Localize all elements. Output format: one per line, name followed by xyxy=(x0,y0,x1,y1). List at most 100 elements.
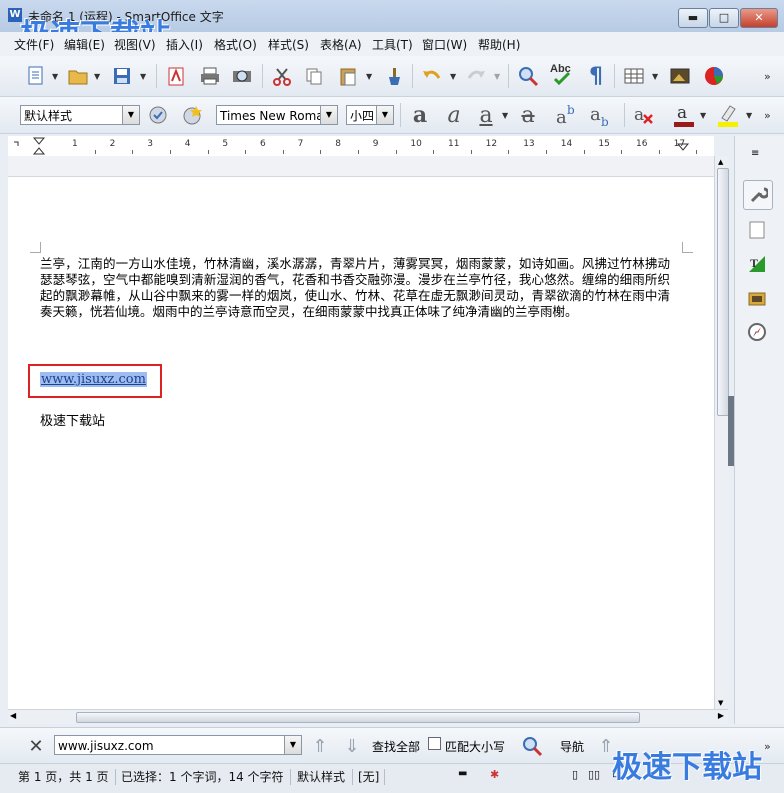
menu-insert[interactable]: 插入(I) xyxy=(166,36,203,53)
insert-table-icon[interactable] xyxy=(620,62,648,90)
new-document-icon[interactable] xyxy=(22,62,50,90)
chevron-down-icon[interactable]: ▼ xyxy=(376,106,393,124)
ruler-tick xyxy=(245,150,247,154)
toolbar-overflow-icon[interactable]: » xyxy=(764,740,771,753)
chevron-down-icon[interactable]: ▼ xyxy=(122,106,139,124)
vertical-scrollbar[interactable]: ▲ ▼ xyxy=(714,156,729,709)
pilcrow-icon[interactable]: ¶ xyxy=(582,62,610,90)
document-modified-icon[interactable]: ✱ xyxy=(490,768,499,781)
menu-view[interactable]: 视图(V) xyxy=(114,36,156,53)
chevron-down-icon[interactable]: ▼ xyxy=(366,72,372,81)
chevron-down-icon[interactable]: ▼ xyxy=(700,111,706,120)
bold-icon[interactable]: a xyxy=(406,101,434,129)
chevron-down-icon[interactable]: ▼ xyxy=(94,72,100,81)
chevron-down-icon[interactable]: ▼ xyxy=(450,72,456,81)
chevron-down-icon[interactable]: ▼ xyxy=(320,106,337,124)
spellcheck-icon[interactable]: Abc xyxy=(548,60,576,88)
menu-table[interactable]: 表格(A) xyxy=(320,36,362,53)
gallery-icon[interactable] xyxy=(743,284,771,312)
menu-tools[interactable]: 工具(T) xyxy=(372,36,413,53)
scroll-left-icon[interactable]: ◀ xyxy=(10,711,16,720)
styles-icon[interactable]: T xyxy=(743,250,771,278)
chevron-down-icon[interactable]: ▼ xyxy=(494,72,500,81)
clear-format-icon[interactable]: a xyxy=(630,101,658,129)
find-previous-icon[interactable]: ⇑ xyxy=(306,732,334,760)
horizontal-ruler[interactable]: 1 2 3 4 5 6 7 8 9 10 11 12 13 14 15 16 17 xyxy=(8,136,714,157)
font-name-select[interactable]: Times New Roma ▼ xyxy=(216,105,338,125)
subscript-icon[interactable]: ab xyxy=(588,101,616,129)
export-pdf-icon[interactable] xyxy=(162,62,190,90)
menu-format[interactable]: 格式(O) xyxy=(214,36,257,53)
horizontal-scrollbar[interactable]: ◀ ▶ xyxy=(8,709,728,724)
ruler-tick xyxy=(94,150,96,154)
style-update-icon[interactable] xyxy=(144,101,172,129)
copy-icon[interactable] xyxy=(300,62,328,90)
style-new-icon[interactable] xyxy=(178,101,206,129)
minimize-button[interactable]: ▬ xyxy=(678,8,708,28)
open-folder-icon[interactable] xyxy=(64,62,92,90)
status-page[interactable]: 第 1 页，共 1 页 xyxy=(18,768,109,785)
underline-icon[interactable]: a xyxy=(472,101,500,129)
cut-icon[interactable] xyxy=(268,62,296,90)
undo-icon[interactable] xyxy=(418,62,446,90)
superscript-icon[interactable]: ab xyxy=(554,101,582,129)
toolbar-overflow-icon[interactable]: » xyxy=(764,70,771,83)
scroll-right-icon[interactable]: ▶ xyxy=(718,711,724,720)
scroll-up-icon[interactable]: ▲ xyxy=(718,158,723,166)
paragraph-style-select[interactable]: 默认样式 ▼ xyxy=(20,105,140,125)
sidebar-deck: ≡ T xyxy=(734,136,784,724)
properties-icon[interactable] xyxy=(743,180,773,210)
find-replace-icon[interactable] xyxy=(514,62,542,90)
find-text-field[interactable]: www.jisuxz.com ▼ xyxy=(54,735,302,755)
chevron-down-icon[interactable]: ▼ xyxy=(502,111,508,120)
menu-window[interactable]: 窗口(W) xyxy=(422,36,467,53)
body-paragraph[interactable]: 兰亭，江南的一方山水佳境，竹林清幽，溪水潺潺，青翠片片，薄雾冥冥，烟雨蒙蒙，如诗… xyxy=(40,256,670,320)
status-language[interactable]: [无] xyxy=(358,768,379,785)
font-size-select[interactable]: 小四 ▼ xyxy=(346,105,394,125)
site-name-text[interactable]: 极速下载站 xyxy=(40,410,105,429)
highlight-icon[interactable] xyxy=(714,101,742,129)
italic-icon[interactable]: a xyxy=(440,101,468,129)
find-next-icon[interactable]: ⇓ xyxy=(338,732,366,760)
selected-hyperlink[interactable]: www.jisuxz.com xyxy=(40,372,147,387)
save-icon[interactable] xyxy=(108,62,136,90)
paste-icon[interactable] xyxy=(334,62,362,90)
menu-edit[interactable]: 编辑(E) xyxy=(64,36,105,53)
horizontal-scroll-thumb[interactable] xyxy=(76,712,640,723)
chevron-down-icon[interactable]: ▼ xyxy=(746,111,752,120)
ruler-tick xyxy=(395,150,397,154)
insert-image-icon[interactable] xyxy=(666,62,694,90)
vertical-scroll-thumb[interactable] xyxy=(717,168,729,416)
toolbar-overflow-icon[interactable]: » xyxy=(764,109,771,122)
insert-chart-icon[interactable] xyxy=(700,62,728,90)
chevron-down-icon[interactable]: ▼ xyxy=(284,736,301,754)
chevron-down-icon[interactable]: ▼ xyxy=(652,72,658,81)
navigator-icon[interactable] xyxy=(743,318,771,346)
chevron-down-icon[interactable]: ▼ xyxy=(140,72,146,81)
single-page-view-icon[interactable]: ▯ xyxy=(572,768,578,781)
maximize-button[interactable]: □ xyxy=(709,8,739,28)
format-paintbrush-icon[interactable] xyxy=(380,62,408,90)
chevron-down-icon[interactable]: ▼ xyxy=(52,72,58,81)
print-preview-icon[interactable] xyxy=(228,62,256,90)
print-icon[interactable] xyxy=(196,62,224,90)
close-find-icon[interactable]: ✕ xyxy=(22,732,50,760)
page-icon[interactable] xyxy=(743,216,771,244)
find-all-button[interactable]: 查找全部 xyxy=(372,738,420,755)
insert-mode-icon[interactable]: ▬ xyxy=(458,768,467,779)
scroll-down-icon[interactable]: ▼ xyxy=(718,699,723,707)
menu-help[interactable]: 帮助(H) xyxy=(478,36,520,53)
sidebar-menu-icon[interactable]: ≡ xyxy=(751,148,759,159)
menu-style[interactable]: 样式(S) xyxy=(268,36,309,53)
close-button[interactable]: ✕ xyxy=(740,8,778,28)
ruler-tick xyxy=(320,150,322,154)
find-replace-icon[interactable] xyxy=(518,732,546,760)
font-color-icon[interactable]: a xyxy=(670,101,698,129)
multi-page-view-icon[interactable]: ▯▯ xyxy=(588,768,600,781)
strikethrough-icon[interactable]: a xyxy=(514,101,542,129)
document-canvas[interactable]: 兰亭，江南的一方山水佳境，竹林清幽，溪水潺潺，青翠片片，薄雾冥冥，烟雨蒙蒙，如诗… xyxy=(8,156,714,709)
match-case-checkbox[interactable] xyxy=(428,737,441,750)
menu-file[interactable]: 文件(F) xyxy=(14,36,54,53)
redo-icon[interactable] xyxy=(462,62,490,90)
status-style[interactable]: 默认样式 xyxy=(297,768,345,785)
